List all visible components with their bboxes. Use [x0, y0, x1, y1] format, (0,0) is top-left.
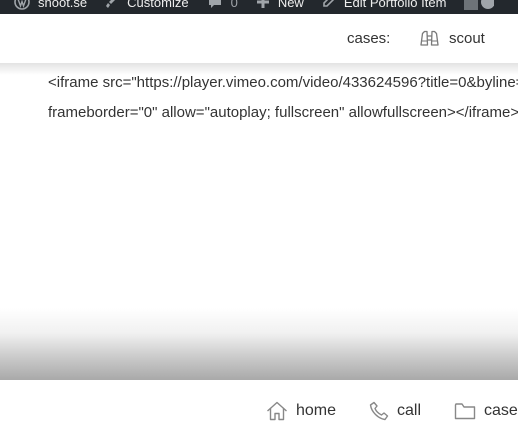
nav-cases[interactable]: cases [454, 400, 518, 422]
portfolio-content: <iframe src="https://player.vimeo.com/vi… [0, 63, 518, 380]
pencil-icon [323, 0, 334, 7]
admin-bar-items: shoot.se Customize 0 New Edit Portfolio … [0, 0, 518, 14]
edit-label: Edit Portfolio Item [343, 0, 447, 10]
nav-call-label: call [397, 402, 422, 419]
wordpress-icon [14, 0, 30, 10]
header-nav: cases: scout [0, 14, 518, 63]
site-header: cases: scout [0, 14, 518, 63]
site-name: shoot.se [38, 0, 88, 10]
home-icon [267, 401, 287, 421]
scout-label: scout [449, 29, 485, 47]
admin-bar-new[interactable]: New [256, 0, 304, 10]
folder-icon [454, 403, 476, 420]
comment-icon [208, 0, 221, 8]
nav-home-label: home [296, 402, 337, 419]
embed-code-line-2: frameborder="0" allow="autoplay; fullscr… [48, 104, 518, 121]
admin-bar: shoot.se Customize 0 New Edit Portfolio … [0, 0, 518, 14]
customize-label: Customize [127, 0, 189, 10]
nav-cases-label: cases [484, 402, 518, 419]
admin-bar-customize[interactable]: Customize [105, 0, 189, 10]
admin-bar-account[interactable] [464, 0, 502, 11]
bottom-nav: home call cases [0, 380, 518, 439]
cases-label: cases: [347, 30, 391, 47]
embed-code-line-1: <iframe src="https://player.vimeo.com/vi… [48, 74, 518, 91]
admin-bar-comments[interactable]: 0 [207, 0, 238, 10]
brush-icon [106, 0, 116, 8]
avatar-icon [464, 0, 495, 10]
nav-home[interactable]: home [266, 400, 336, 422]
phone-icon [369, 401, 389, 421]
admin-bar-edit[interactable]: Edit Portfolio Item [322, 0, 447, 10]
binoculars-icon [420, 30, 439, 46]
nav-call[interactable]: call [369, 400, 421, 422]
scout-link[interactable]: scout [419, 27, 485, 49]
new-label: New [277, 0, 304, 10]
admin-bar-site[interactable]: shoot.se [14, 0, 87, 10]
plus-icon [256, 0, 269, 8]
comments-count: 0 [230, 0, 238, 10]
